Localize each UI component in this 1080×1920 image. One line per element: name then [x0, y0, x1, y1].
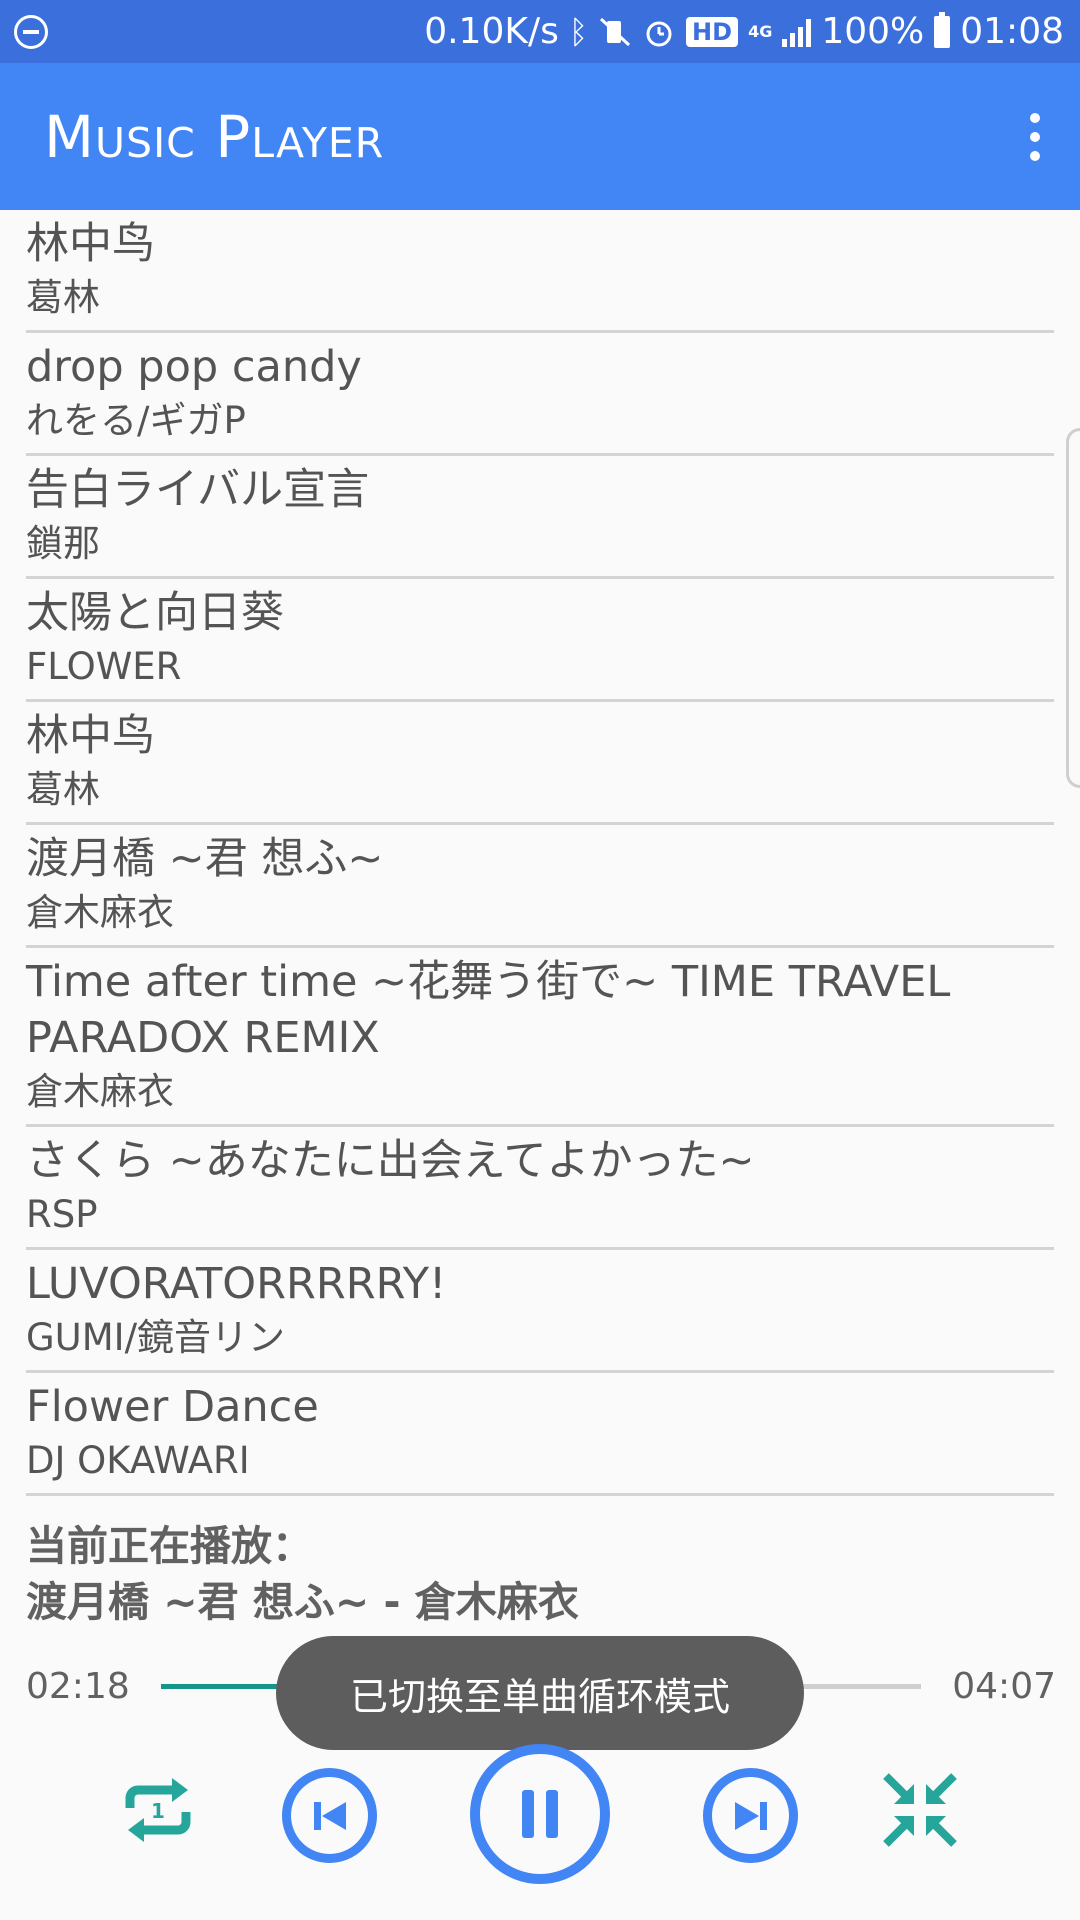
battery-percent: 100% [821, 11, 925, 52]
song-title: Time after time ~花舞う街で~ TIME TRAVEL PARA… [26, 957, 951, 1063]
song-artist: GUMI/鏡音リン [26, 1316, 286, 1359]
list-item[interactable]: 林中鸟 葛林 [26, 702, 1054, 825]
song-title: 太陽と向日葵 [26, 588, 284, 638]
song-title: 渡月橋 ~君 想ふ~ [26, 834, 384, 884]
song-artist: 葛林 [26, 768, 100, 811]
clock: 01:08 [960, 11, 1064, 52]
list-item[interactable]: Time after time ~花舞う街で~ TIME TRAVEL PARA… [26, 948, 1054, 1127]
do-not-disturb-icon [14, 14, 48, 49]
app-title: Music Player [44, 102, 385, 171]
song-title: さくら ~あなたに出会えてよかった~ [26, 1136, 755, 1186]
music-player-screen: 0.10K/s ᛒ HD 4G 100% 01:08 Music Player [0, 0, 1080, 1920]
list-item[interactable]: Flower Dance DJ OKAWARI [26, 1373, 1054, 1496]
alarm-icon [646, 21, 672, 46]
battery-icon [934, 11, 951, 48]
hd-badge: HD [686, 16, 739, 47]
signal-icon [782, 17, 812, 47]
repeat-one-button[interactable]: 1 [118, 1770, 198, 1850]
elapsed-time: 02:18 [26, 1665, 130, 1707]
list-item[interactable]: drop pop candy れをる/ギガP [26, 333, 1054, 456]
next-button[interactable] [703, 1768, 798, 1863]
skip-next-icon [734, 1801, 767, 1830]
song-artist: 倉木麻衣 [26, 891, 174, 934]
song-artist: 倉木麻衣 [26, 1070, 174, 1113]
collapse-player-button[interactable] [880, 1770, 960, 1850]
song-artist: 鎖那 [26, 522, 100, 565]
list-item[interactable]: 告白ライバル宣言 鎖那 [26, 456, 1054, 579]
list-item[interactable]: LUVORATORRRRRY! GUMI/鏡音リン [26, 1250, 1054, 1373]
now-playing-info: 当前正在播放： 渡月橋 ~君 想ふ~ - 倉木麻衣 [26, 1518, 1056, 1630]
now-playing-track: 渡月橋 ~君 想ふ~ - 倉木麻衣 [26, 1578, 579, 1626]
toast-message: 已切换至单曲循环模式 [276, 1636, 804, 1750]
list-item[interactable]: さくら ~あなたに出会えてよかった~ RSP [26, 1127, 1054, 1250]
song-title: Flower Dance [26, 1382, 319, 1432]
song-list[interactable]: 林中鸟 葛林 drop pop candy れをる/ギガP 告白ライバル宣言 鎖… [0, 210, 1080, 1505]
now-playing-label: 当前正在播放： [26, 1522, 313, 1570]
song-title: 林中鸟 [26, 711, 155, 761]
song-artist: 葛林 [26, 276, 100, 319]
network-speed: 0.10K/s [424, 11, 559, 52]
song-artist: DJ OKAWARI [26, 1439, 250, 1482]
song-artist: FLOWER [26, 645, 182, 688]
song-title: LUVORATORRRRRY! [26, 1259, 447, 1309]
collapse-arrows-icon [883, 1773, 957, 1847]
song-title: drop pop candy [26, 342, 362, 392]
more-options-icon[interactable] [1020, 112, 1050, 161]
status-bar: 0.10K/s ᛒ HD 4G 100% 01:08 [0, 0, 1080, 63]
pause-icon [522, 1790, 558, 1838]
scrollbar[interactable] [1066, 428, 1080, 788]
bluetooth-icon: ᛒ [568, 12, 589, 51]
total-time: 04:07 [952, 1665, 1056, 1707]
list-item[interactable]: 渡月橋 ~君 想ふ~ 倉木麻衣 [26, 825, 1054, 948]
skip-previous-icon [313, 1801, 346, 1830]
svg-text:1: 1 [151, 1799, 165, 1823]
playback-controls: 1 [0, 1740, 1080, 1890]
song-artist: RSP [26, 1193, 98, 1236]
previous-button[interactable] [282, 1768, 377, 1863]
song-title: 告白ライバル宣言 [26, 465, 370, 515]
app-bar: Music Player [0, 63, 1080, 210]
list-item[interactable]: 太陽と向日葵 FLOWER [26, 579, 1054, 702]
song-artist: れをる/ギガP [26, 399, 246, 442]
list-item[interactable]: 林中鸟 葛林 [26, 210, 1054, 333]
vibrate-mute-icon [600, 17, 631, 46]
network-type: 4G [748, 21, 773, 41]
repeat-one-icon: 1 [125, 1778, 191, 1842]
song-title: 林中鸟 [26, 219, 155, 269]
pause-button[interactable] [470, 1744, 610, 1884]
